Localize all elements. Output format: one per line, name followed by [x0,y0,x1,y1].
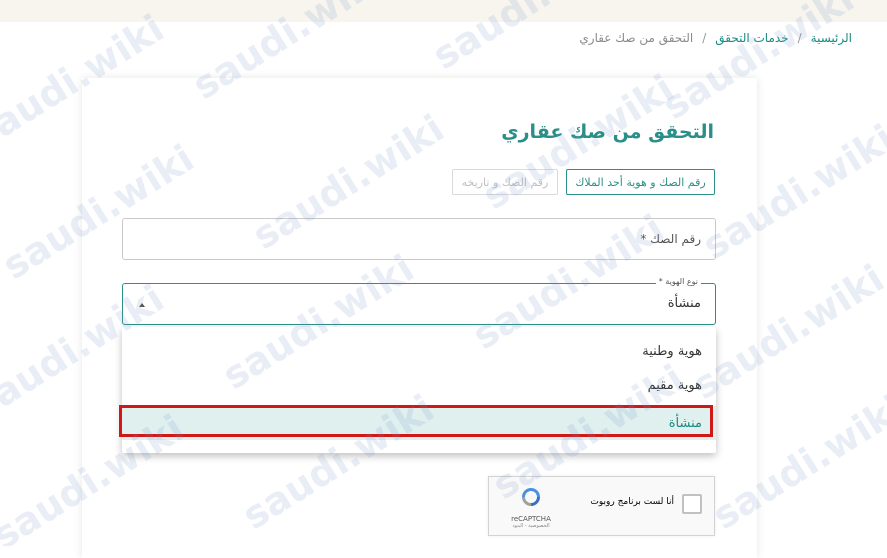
recaptcha-icon [522,488,540,506]
tab-deed-and-owner-id[interactable]: رقم الصك و هوية أحد الملاك [566,169,715,195]
breadcrumb-services-link[interactable]: خدمات التحقق [715,31,788,45]
id-type-select[interactable]: نوع الهوية * منشأة [122,277,716,325]
option-national-id[interactable]: هوية وطنية [122,334,716,368]
tab-deed-and-date[interactable]: رقم الصك و تاريخه [452,169,558,195]
highlight-box [119,405,713,437]
breadcrumb-separator: / [702,31,707,45]
recaptcha-logo: reCAPTCHA الخصوصية - البنود [501,485,561,529]
top-bar [0,0,887,22]
id-type-label: نوع الهوية * [655,277,701,286]
recaptcha-text: أنا لست برنامج روبوت [590,497,674,507]
recaptcha-checkbox[interactable] [682,494,702,514]
option-resident-id[interactable]: هوية مقيم [122,368,716,402]
breadcrumb: الرئيسية / خدمات التحقق / التحقق من صك عقاري [579,31,852,45]
breadcrumb-current: التحقق من صك عقاري [579,31,694,45]
id-type-selected-value: منشأة [667,296,701,311]
recaptcha-widget: أنا لست برنامج روبوت reCAPTCHA الخصوصية … [488,476,715,536]
caret-up-icon[interactable] [139,303,145,307]
breadcrumb-separator: / [797,31,802,45]
deed-number-input[interactable]: رقم الصك * [122,218,716,260]
deed-number-label: رقم الصك * [640,232,701,246]
recaptcha-terms[interactable]: الخصوصية - البنود [501,523,561,529]
recaptcha-brand: reCAPTCHA [511,515,551,523]
page-title: التحقق من صك عقاري [501,121,714,143]
breadcrumb-home-link[interactable]: الرئيسية [811,31,852,45]
